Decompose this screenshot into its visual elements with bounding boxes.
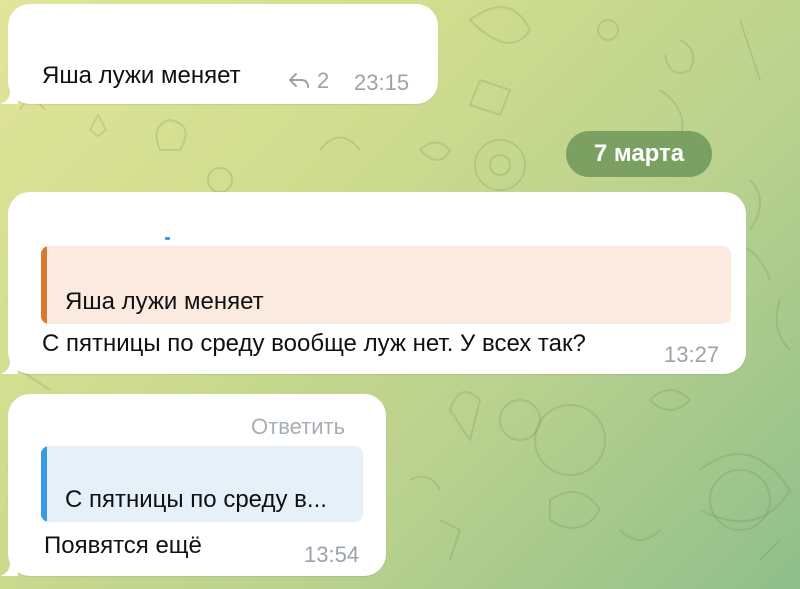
sender-marker (165, 237, 170, 240)
replies-indicator[interactable]: 2 (287, 68, 329, 94)
message-bubble-3[interactable]: Ответить С пятницы по среду в... Появятс… (0, 394, 386, 576)
reply-button[interactable]: Ответить (251, 414, 345, 440)
replies-count: 2 (317, 68, 330, 93)
message-time: 23:15 (354, 70, 410, 95)
message-bubble-2[interactable]: Яша лужи меняет С пятницы по среду вообщ… (0, 192, 746, 374)
message-text: С пятницы по среду вообще луж нет. У все… (42, 330, 586, 357)
message-time: 13:54 (304, 542, 360, 567)
quote-text: Яша лужи меняет (65, 288, 264, 315)
bubble-tail (0, 356, 18, 374)
quote-bar (41, 446, 47, 522)
bubble-tail (0, 558, 18, 576)
date-separator: 7 марта (566, 131, 712, 177)
message-text: Появятся ещё (44, 532, 202, 559)
reply-arrow-icon (289, 73, 309, 88)
message-text: Яша лужи меняет (42, 62, 241, 89)
message-bubble-1[interactable]: Яша лужи меняет 2 23:15 (0, 4, 438, 104)
bubble-tail (0, 86, 18, 104)
message-time: 13:27 (664, 342, 720, 367)
quote-text: С пятницы по среду в... (65, 486, 327, 513)
reply-quote[interactable]: С пятницы по среду в... (41, 446, 363, 522)
quote-bar (41, 246, 47, 324)
reply-quote[interactable]: Яша лужи меняет (41, 246, 731, 324)
